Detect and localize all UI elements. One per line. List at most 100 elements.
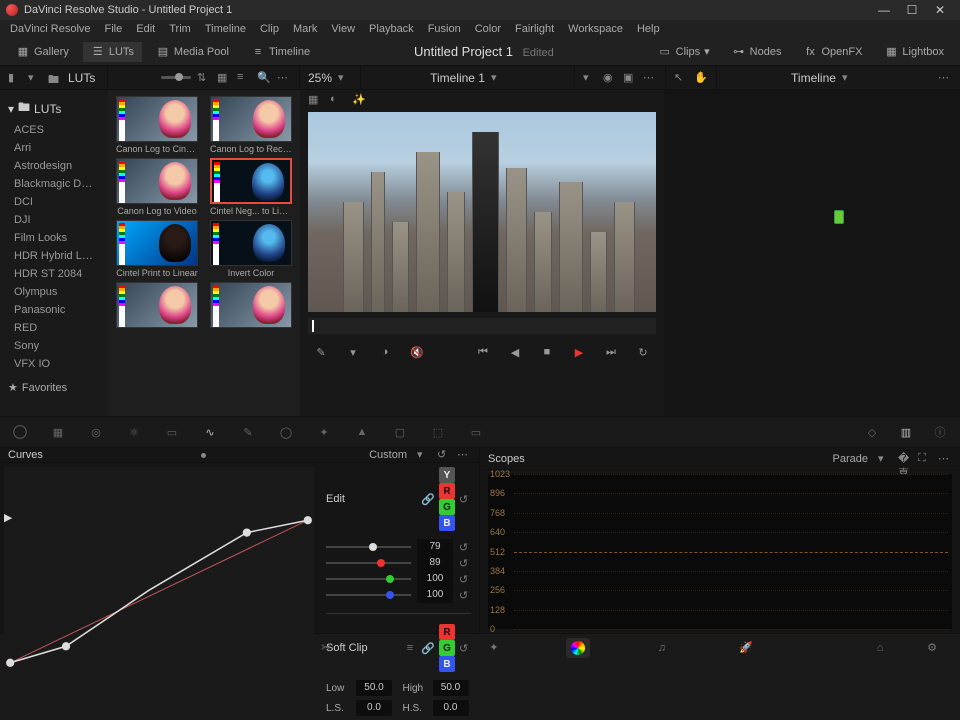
slider-handle[interactable] [386,591,394,599]
reset-icon[interactable]: ↺ [437,448,451,462]
options-icon[interactable]: ⋯ [277,71,291,85]
chevron-down-icon[interactable]: ▾ [583,71,597,85]
slider-value[interactable]: 100 [417,587,453,603]
timeline-button[interactable]: ≡Timeline [243,42,318,62]
sidebar-item-blackmagic-design[interactable]: Blackmagic Design [0,175,108,193]
menu-fusion[interactable]: Fusion [422,21,467,37]
menu-timeline[interactable]: Timeline [199,21,252,37]
options-icon[interactable]: ⋯ [457,448,471,462]
menu-workspace[interactable]: Workspace [562,21,629,37]
slider-value[interactable]: 100 [417,571,453,587]
image-wipe-icon[interactable]: ▦ [308,93,322,107]
slider-track[interactable] [326,594,411,596]
folder-icon[interactable]: 🖿 [48,71,62,85]
channel-g-button[interactable]: G [439,640,455,656]
next-frame-icon[interactable]: ⏭ [602,343,620,361]
sidebar-item-sony[interactable]: Sony [0,337,108,355]
maximize-button[interactable]: ☐ [898,3,926,17]
lightbox-button[interactable]: ▦Lightbox [876,42,952,62]
scopes-mode-dropdown[interactable]: Parade [829,453,872,465]
loop-icon[interactable]: ↻ [634,343,652,361]
camera-raw-icon[interactable] [10,422,30,442]
lut-item[interactable]: Invert Color [208,220,294,278]
mute-icon[interactable]: 🔇 [408,343,426,361]
chevron-down-icon[interactable]: ▾ [878,452,892,466]
curve-graph[interactable] [4,467,314,716]
lut-item[interactable]: Cintel Print to Linear [114,220,200,278]
sidebar-item-arri[interactable]: Arri [0,139,108,157]
menu-color[interactable]: Color [469,21,507,37]
fusion-page-icon[interactable]: ✦ [482,638,506,658]
curves-icon[interactable]: ∿ [200,422,220,442]
menu-clip[interactable]: Clip [254,21,285,37]
slider-track[interactable] [326,562,411,564]
hs-value[interactable]: 0.0 [433,700,469,716]
deliver-page-icon[interactable]: 🚀 [734,638,758,658]
window-icon[interactable]: ◯ [276,422,296,442]
menu-mark[interactable]: Mark [287,21,323,37]
reset-icon[interactable]: ↺ [459,589,471,601]
sidebar-item-panasonic[interactable]: Panasonic [0,301,108,319]
lut-item[interactable] [208,282,294,330]
slider-handle[interactable] [377,559,385,567]
sidebar-item-dji[interactable]: DJI [0,211,108,229]
lut-item[interactable]: Canon Log to Rec709 [208,96,294,154]
wipe-icon[interactable]: ◉ [603,71,617,85]
reset-icon[interactable]: ↺ [459,573,471,585]
zoom-value[interactable]: 25% [308,71,332,85]
playhead[interactable] [312,320,314,332]
reset-icon[interactable]: ↺ [459,557,471,569]
highlight-icon[interactable]: ◐ [330,93,344,107]
parade-scope[interactable]: 10238967686405123842561280 [488,474,952,629]
lut-item[interactable]: Cintel Neg... to Linear [208,158,294,216]
node[interactable] [834,210,844,224]
first-frame-icon[interactable]: ⏮ [474,343,492,361]
chevron-down-icon[interactable]: ▾ [842,71,856,85]
options-icon[interactable]: ⋯ [938,452,952,466]
expand-icon[interactable]: ⛶ [918,452,932,466]
slider-handle[interactable] [386,575,394,583]
sidebar-item-vfx-io[interactable]: VFX IO [0,355,108,373]
gallery-button[interactable]: ▦Gallery [8,42,77,62]
options-icon[interactable]: ⋯ [643,71,657,85]
sidebar-item-astrodesign[interactable]: Astrodesign [0,157,108,175]
luts-button[interactable]: ☰LUTs [83,42,142,62]
slider-value[interactable]: 89 [417,555,453,571]
favorites-item[interactable]: ★ Favorites [0,377,108,398]
channel-g-button[interactable]: G [439,499,455,515]
viewer-image[interactable] [308,112,656,312]
sizing-icon[interactable]: ⬚ [428,422,448,442]
arrow-tool-icon[interactable]: ↖ [674,71,688,85]
grid-view-icon[interactable]: ▦ [217,71,231,85]
link-icon[interactable]: 🔗 [421,493,435,506]
wand-icon[interactable]: ✨ [352,93,366,107]
menu-davinci-resolve[interactable]: DaVinci Resolve [4,21,97,37]
lut-item[interactable]: Canon Log to Video [114,158,200,216]
chevron-down-icon[interactable]: ▾ [491,71,505,85]
channel-y-button[interactable]: Y [439,467,455,483]
ls-value[interactable]: 0.0 [356,700,392,716]
menu-fairlight[interactable]: Fairlight [509,21,560,37]
menu-file[interactable]: File [99,21,129,37]
sort-icon[interactable]: ⇅ [197,71,211,85]
sidebar-item-aces[interactable]: ACES [0,121,108,139]
viewer-scrubber[interactable] [308,318,656,334]
stop-icon[interactable]: ■ [538,343,556,361]
minimize-button[interactable]: — [870,3,898,17]
timeline-name[interactable]: Timeline 1 [430,71,485,85]
sidebar-header[interactable]: ▾ 🖿 LUTs [0,96,108,121]
sidebar-item-red[interactable]: RED [0,319,108,337]
menu-playback[interactable]: Playback [363,21,420,37]
slider-handle[interactable] [369,543,377,551]
settings-icon[interactable]: �喜 [898,452,912,466]
color-match-icon[interactable]: ▦ [48,422,68,442]
curves-mode-dropdown[interactable]: Custom [365,449,411,461]
settings-icon[interactable]: ⚙ [920,638,944,658]
reset-icon[interactable]: ↺ [459,493,471,505]
color-wheels-icon[interactable]: ◎ [86,422,106,442]
picker-icon[interactable]: ✎ [312,343,330,361]
blur-icon[interactable]: ▲ [352,422,372,442]
slider-track[interactable] [326,546,411,548]
qualifier-icon[interactable]: ✎ [238,422,258,442]
fairlight-page-icon[interactable]: ♫ [650,638,674,658]
